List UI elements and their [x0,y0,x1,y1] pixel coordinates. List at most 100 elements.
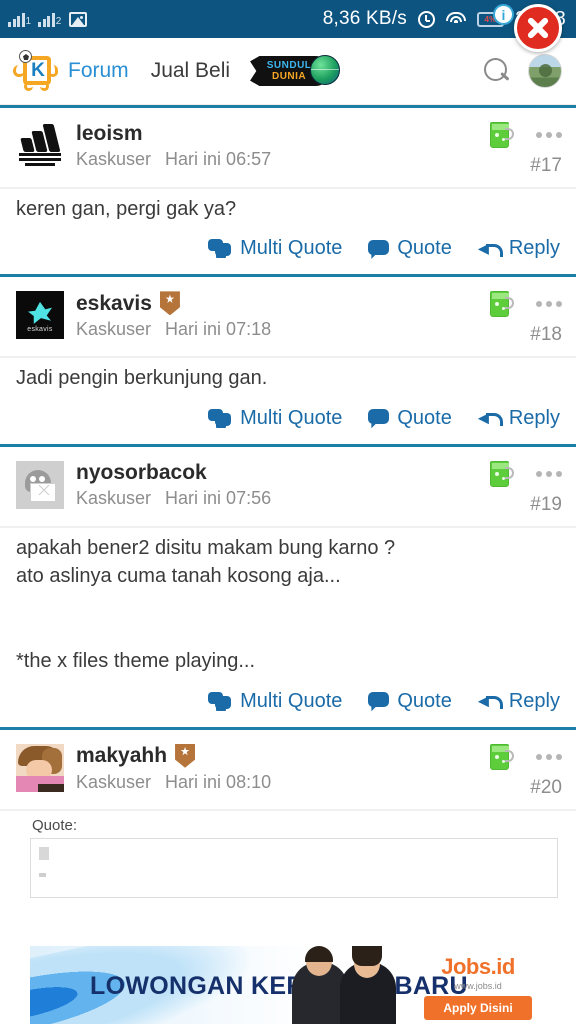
quote-button[interactable]: Quote [368,689,452,713]
post-rank: Kaskuser [76,487,152,508]
post-18: eskavis eskavis Kaskuser Hari ini 07:18 [0,277,576,444]
image-icon [68,11,87,27]
more-options-icon[interactable] [536,301,562,308]
post-number: #19 [530,493,562,515]
reply-label: Reply [508,406,560,429]
user-badge-icon [175,743,196,768]
post-actions: Multi Quote Quote Reply [0,227,576,274]
beer-mug-icon[interactable] [490,122,514,148]
reply-icon [478,692,503,710]
post-header: leoism Kaskuser Hari ini 06:57 #17 [0,108,576,187]
reply-button[interactable]: Reply [478,407,560,430]
status-bar-left: 1 2 [8,11,87,27]
multi-quote-icon [208,691,232,711]
soccer-ball-icon [19,50,32,63]
beer-mug-icon[interactable] [490,460,514,487]
sim1-label: 1 [25,15,32,27]
post-19: nyosorbacok Kaskuser Hari ini 07:56 #19 [0,446,576,727]
post-meta: leoism Kaskuser Hari ini 06:57 [76,122,480,170]
post-username[interactable]: makyahh [76,744,167,767]
avatar[interactable] [16,743,64,792]
ad-url: www.jobs.id [454,981,502,991]
quote-label: Quote: [32,816,78,834]
avatar[interactable] [16,122,64,170]
sundul-dunia-badge[interactable]: SUNDUL DUNIA [250,51,342,91]
logo-letter: K [31,60,45,81]
multi-quote-button[interactable]: Multi Quote [208,690,342,713]
more-options-icon[interactable] [536,470,562,477]
post-time: Hari ini 06:57 [165,149,272,170]
header-actions [484,54,562,88]
post-feed: leoism Kaskuser Hari ini 06:57 #17 keren… [0,108,576,898]
ad-info-icon[interactable]: i [493,4,514,25]
post-meta: makyahh Kaskuser Hari ini 08:10 [76,743,480,793]
alarm-icon [417,10,435,28]
ad-brand-suffix: id [496,954,515,979]
quote-icon [368,692,390,710]
post-right: #20 [490,743,562,799]
signal-bars-sim2-icon: 2 [38,12,61,27]
user-avatar[interactable] [528,54,562,88]
multi-quote-label: Multi Quote [240,689,343,712]
post-time: Hari ini 07:18 [165,319,272,340]
post-number: #17 [530,155,562,176]
quote-icon [368,239,390,258]
post-20: makyahh Kaskuser Hari ini 08:10 #20 Quot… [0,729,576,898]
ad-cta-button[interactable]: Apply Disini [424,996,532,1020]
quote-button[interactable]: Quote [368,407,452,430]
post-body: apakah bener2 disitu makam bung karno ? … [16,536,396,673]
post-meta: eskavis Kaskuser Hari ini 07:18 [76,291,480,340]
reply-button[interactable]: Reply [478,690,560,713]
quote-label: Quote [397,237,452,260]
avatar-text: eskavis [27,325,53,333]
sundul-line2: DUNIA [271,70,307,82]
quote-button[interactable]: Quote [368,237,452,260]
close-icon[interactable] [514,4,562,52]
avatar[interactable]: eskavis [16,291,64,340]
post-actions: Multi Quote Quote Reply [0,680,576,727]
multi-quote-icon [208,239,232,258]
post-number: #18 [530,324,562,346]
post-header: nyosorbacok Kaskuser Hari ini 07:56 #19 [0,447,576,526]
signal-bars-sim1-icon: 1 [8,12,31,27]
post-right: #18 [490,291,562,346]
quote-icon [368,409,390,427]
more-options-icon[interactable] [536,132,562,138]
sim2-label: 2 [55,15,62,27]
kaskus-logo-icon[interactable]: K [10,49,60,93]
app-header: K Forum Jual Beli SUNDUL DUNIA [0,38,576,105]
post-username[interactable]: nyosorbacok [76,461,207,484]
ad-banner[interactable]: LOWONGAN KERJA TERBARU Jobs.id www.jobs.… [30,946,546,1024]
header-nav: Forum Jual Beli [68,59,230,83]
multi-quote-button[interactable]: Multi Quote [208,407,342,430]
quote-label: Quote [397,689,452,712]
post-rank: Kaskuser [76,319,152,340]
post-number: #20 [530,776,562,798]
beer-mug-icon[interactable] [490,291,514,318]
ad-brand-name: Jobs. [441,954,497,979]
post-username[interactable]: eskavis [76,292,152,315]
multi-quote-label: Multi Quote [240,237,343,260]
more-options-icon[interactable] [536,753,562,760]
status-bar: 1 2 8,36 KB/s 4% 22.38 [0,0,576,38]
reply-label: Reply [508,689,560,712]
ad-brand: Jobs.id www.jobs.id Apply Disini [424,954,532,1020]
avatar[interactable] [16,460,64,509]
wifi-icon [445,11,466,27]
post-rank: Kaskuser [76,771,152,792]
tab-jual-beli[interactable]: Jual Beli [151,59,230,83]
reply-label: Reply [508,237,560,260]
post-actions: Multi Quote Quote Reply [0,397,576,444]
reply-button[interactable]: Reply [478,237,560,260]
multi-quote-button[interactable]: Multi Quote [208,237,342,260]
post-body: keren gan, pergi gak ya? [16,198,237,220]
post-17: leoism Kaskuser Hari ini 06:57 #17 keren… [0,108,576,275]
quote-block [30,837,558,898]
globe-icon [310,55,341,85]
multi-quote-icon [208,408,232,428]
post-username[interactable]: leoism [76,122,143,145]
tab-forum[interactable]: Forum [68,59,129,83]
search-icon[interactable] [484,58,510,84]
beer-mug-icon[interactable] [490,743,514,770]
post-header: eskavis eskavis Kaskuser Hari ini 07:18 [0,277,576,356]
